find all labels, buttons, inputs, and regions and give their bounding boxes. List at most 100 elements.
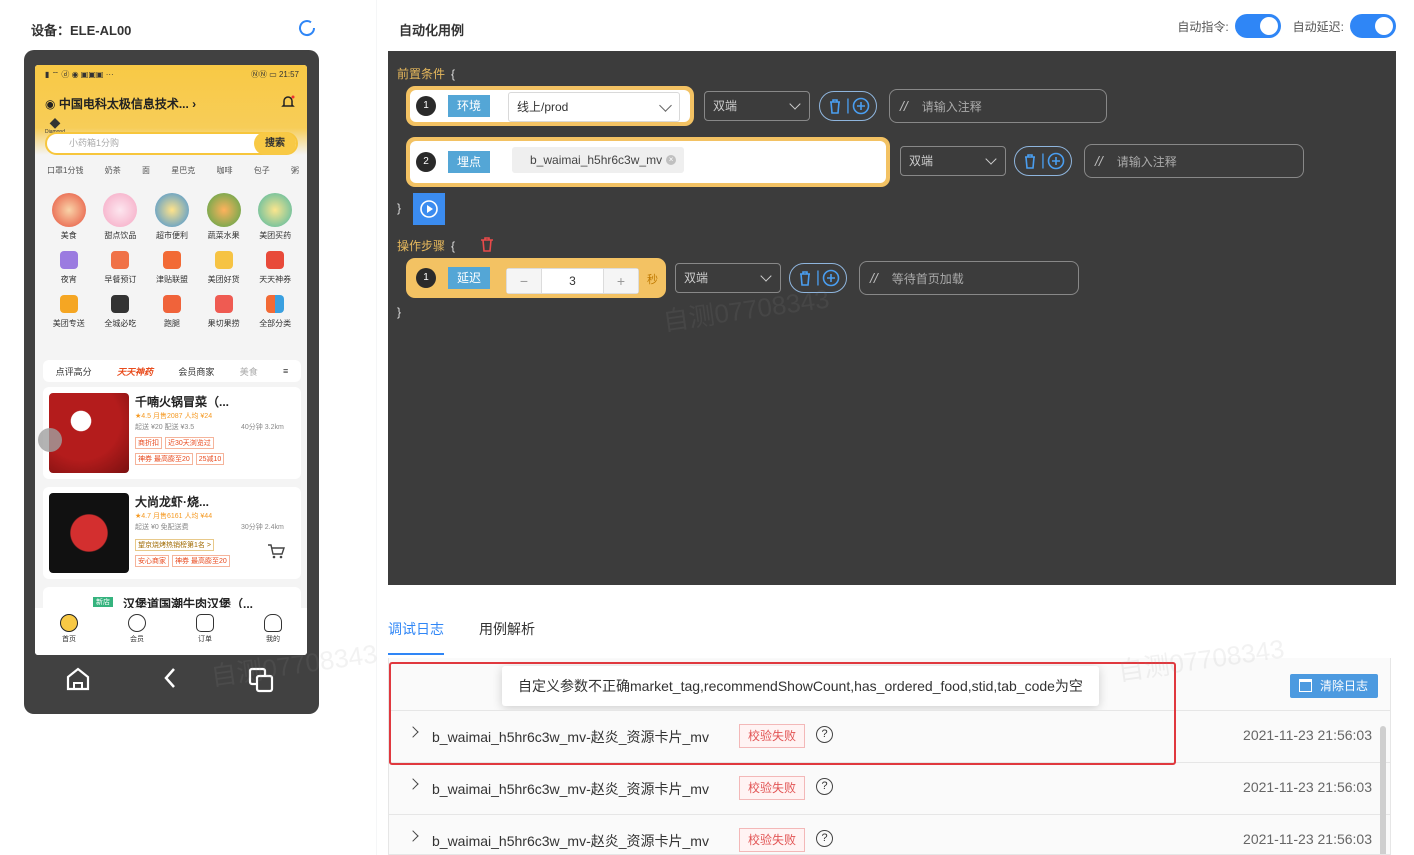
refresh-icon[interactable] [296, 17, 318, 39]
platform-select[interactable]: 双端 [704, 91, 810, 121]
comment-input[interactable]: // 请输入注释 [1084, 144, 1304, 178]
env-select[interactable]: 线上/prod [508, 92, 680, 122]
quick-tag[interactable]: 包子 [254, 165, 270, 176]
phone-screen[interactable]: ▮ ⌔ ⓓ ◉ ▣▣▣ ··· ⓃⓃ ▭ 21:57 ◉ 中国电科太极信息技术.… [35, 65, 307, 655]
category-item[interactable]: 甜点饮品 [95, 193, 147, 241]
category-item[interactable]: 天天神券 [249, 247, 301, 285]
log-entry[interactable]: b_waimai_h5hr6c3w_mv-赵炎_资源卡片_mv 校验失败 ? 2… [389, 814, 1390, 854]
close-icon[interactable]: × [666, 155, 677, 165]
home-icon [60, 614, 78, 632]
category-item[interactable]: 蔬菜水果 [198, 193, 250, 241]
back-icon[interactable] [164, 668, 175, 688]
divider: | [1040, 152, 1046, 169]
category-item[interactable]: 果切果捞 [198, 291, 250, 329]
status-badge: 校验失败 [739, 828, 806, 852]
quick-tag[interactable]: 奶茶 [105, 165, 121, 176]
platform-value: 双端 [909, 154, 934, 168]
platform-select[interactable]: 双端 [900, 146, 1006, 176]
help-icon[interactable]: ? [816, 830, 833, 847]
quick-tag[interactable]: 咖啡 [216, 165, 232, 176]
feed-tab[interactable]: 会员商家 [178, 365, 214, 378]
nav-orders[interactable]: 订单 [190, 614, 220, 655]
quick-tag[interactable]: 口罩1分钱 [47, 165, 83, 176]
help-icon[interactable]: ? [816, 778, 833, 795]
category-item[interactable]: 美团买药 [249, 193, 301, 241]
decrement-button[interactable]: − [507, 269, 541, 293]
delete-icon[interactable] [796, 269, 814, 287]
log-scrollbar[interactable] [1380, 726, 1386, 854]
cart-icon[interactable] [267, 543, 285, 559]
member-icon [128, 614, 146, 632]
feed-tab-active[interactable]: 天天神药 [117, 365, 153, 378]
shop-rating: ★4.5 月售2087 人均 ¥24 [135, 413, 213, 420]
delete-icon[interactable] [1021, 152, 1039, 170]
category-label: 津贴联盟 [155, 275, 188, 284]
bell-icon[interactable] [281, 95, 295, 109]
shop-name: 千喃火锅冒菜（... [135, 395, 230, 409]
recent-apps-icon[interactable] [248, 667, 274, 693]
add-icon[interactable] [1047, 152, 1065, 170]
tracking-point-chip[interactable]: b_waimai_h5hr6c3w_mv × [512, 147, 685, 173]
delete-steps-icon[interactable] [478, 235, 496, 253]
category-item[interactable]: 津贴联盟 [146, 247, 198, 285]
comment-input[interactable]: // 等待首页加载 [859, 261, 1079, 295]
shop-tag: 望京烧烤热销榜第1名 > [135, 539, 214, 551]
page-title: 自动化用例 [399, 23, 465, 38]
quick-tag[interactable]: 星巴克 [171, 165, 195, 176]
category-item[interactable]: 跑腿 [146, 291, 198, 329]
quick-tag[interactable]: 面 [142, 165, 150, 176]
home-icon[interactable] [66, 667, 90, 691]
play-icon [420, 200, 438, 218]
platform-select[interactable]: 双端 [675, 263, 781, 293]
category-item[interactable]: 超市便利 [146, 193, 198, 241]
add-icon[interactable] [852, 97, 870, 115]
auto-delay-toggle[interactable] [1350, 14, 1396, 38]
expand-arrow-icon[interactable] [407, 778, 419, 790]
category-label: 果切果捞 [207, 319, 240, 328]
delay-value[interactable]: 3 [541, 269, 604, 293]
row-number: 1 [416, 268, 436, 288]
log-tabs: 调试日志 用例解析 [388, 619, 570, 655]
search-bar[interactable]: 小药箱1分购 搜索 [45, 132, 298, 155]
run-button[interactable] [413, 193, 445, 225]
delete-icon[interactable] [826, 97, 844, 115]
dessert-icon [103, 193, 138, 227]
feed-tab[interactable]: 点评高分 [56, 365, 92, 378]
category-item[interactable]: 夜宵 [43, 247, 95, 285]
clear-log-button[interactable]: 清除日志 [1289, 674, 1378, 698]
location-text: 中国电科太极信息技术... [58, 97, 189, 111]
tab-debug-log[interactable]: 调试日志 [388, 619, 444, 655]
auto-delay-label: 自动延迟: [1292, 19, 1344, 34]
category-item[interactable]: 全城必吃 [95, 291, 147, 329]
category-item[interactable]: 美团专送 [43, 291, 95, 329]
location-bar[interactable]: ◉ 中国电科太极信息技术... › [45, 95, 196, 112]
search-button[interactable]: 搜索 [254, 132, 296, 155]
comment-slash: // [900, 98, 908, 114]
fruit-icon [206, 193, 241, 227]
food-icon [51, 193, 86, 227]
add-icon[interactable] [822, 269, 840, 287]
nav-mine[interactable]: 我的 [258, 614, 288, 655]
category-item[interactable]: 全部分类 [249, 291, 301, 329]
row-type-label: 埋点 [448, 151, 491, 173]
tab-case-parse[interactable]: 用例解析 [479, 619, 535, 655]
log-entry[interactable]: b_waimai_h5hr6c3w_mv-赵炎_资源卡片_mv 校验失败 ? 2… [389, 762, 1390, 814]
increment-button[interactable]: + [604, 269, 638, 293]
category-item[interactable]: 早餐预订 [95, 247, 147, 285]
menu-icon[interactable]: ≡ [283, 366, 288, 376]
category-item[interactable]: 美食 [43, 193, 95, 241]
auto-command-toggle[interactable] [1234, 14, 1281, 38]
delay-unit: 秒 [647, 274, 658, 286]
feed-tab[interactable]: 美食 [240, 365, 258, 378]
nav-member[interactable]: 会员 [122, 614, 152, 655]
row-actions: | [789, 263, 847, 293]
shop-card[interactable]: 千喃火锅冒菜（... ★4.5 月售2087 人均 ¥24 起送 ¥20 配送 … [43, 387, 301, 479]
nav-home[interactable]: 首页 [54, 614, 84, 655]
category-item[interactable]: 美团好货 [198, 247, 250, 285]
expand-arrow-icon[interactable] [407, 830, 419, 842]
floating-assistive-touch[interactable] [38, 428, 62, 452]
open-brace: { [451, 67, 456, 81]
quick-tag[interactable]: 粥 [291, 165, 299, 176]
comment-input[interactable]: // 请输入注释 [889, 89, 1107, 123]
shop-card[interactable]: 大尚龙虾·烧... ★4.7 月售6161 人均 ¥44 起送 ¥0 免配送费 … [43, 487, 301, 579]
